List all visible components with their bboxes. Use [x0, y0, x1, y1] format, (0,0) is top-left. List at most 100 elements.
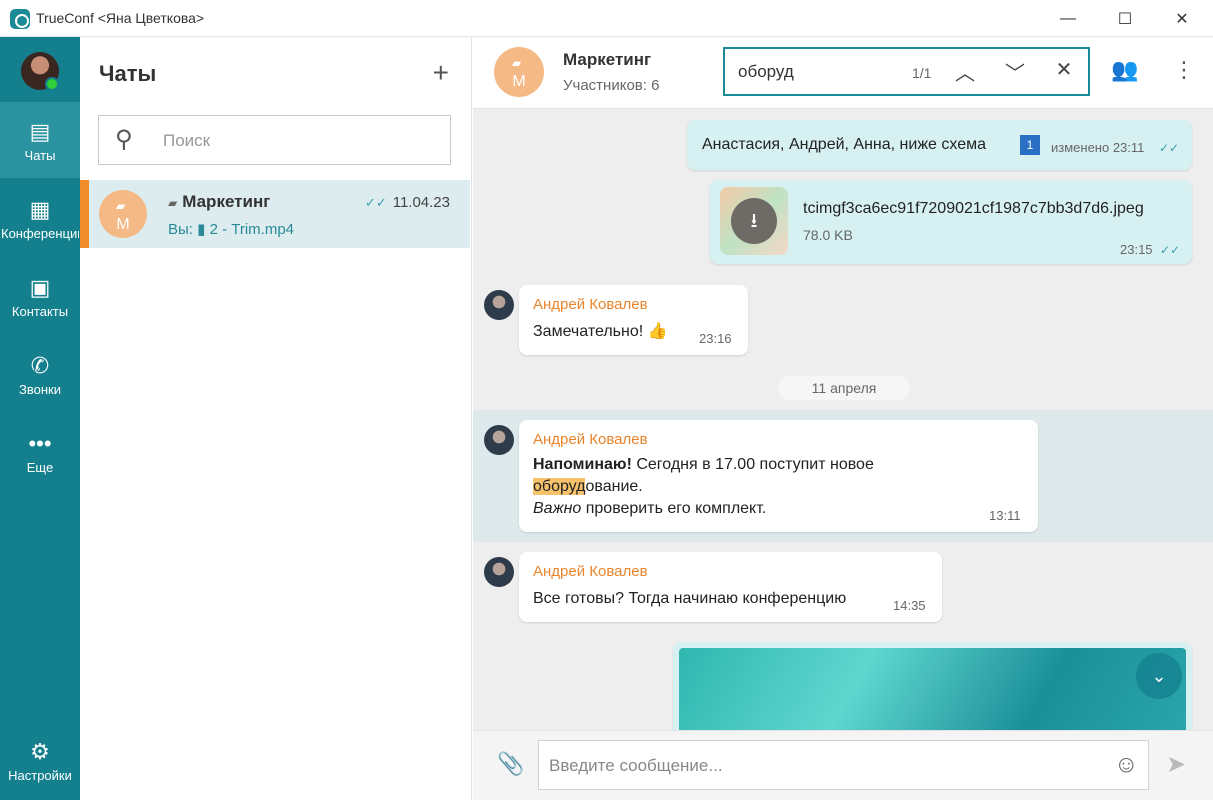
scroll-to-bottom-button[interactable]: ⌄	[1136, 653, 1182, 699]
message-image[interactable]	[673, 642, 1192, 730]
conversation-panel: ▰ М Маркетинг Участников: 6 оборуд 1/1 ︿…	[473, 37, 1213, 800]
search-result-count: 1/1	[912, 65, 932, 81]
nav-contacts-label: Контакты	[11, 303, 69, 319]
chat-last-prefix: Вы:	[168, 221, 193, 238]
message-list[interactable]: Анастасия, Андрей, Анна, ниже схема 1 из…	[473, 110, 1213, 730]
title-bar: TrueConf <Яна Цветкова> — ☐ ✕	[0, 0, 1213, 37]
nav-contacts[interactable]: ▣ Контакты	[0, 258, 80, 334]
image-preview[interactable]	[679, 648, 1186, 730]
edited-label: изменено 23:11	[1051, 140, 1145, 155]
message-time: 13:11	[989, 508, 1021, 523]
date-separator: 11 апреля	[778, 376, 910, 400]
nav-chats-label: Чаты	[24, 147, 56, 163]
nav-conferences[interactable]: ▦ Конференции	[0, 180, 80, 256]
nav-chats[interactable]: ▤ Чаты	[0, 102, 80, 178]
search-highlight: оборуд	[533, 478, 586, 495]
message-text: Анастасия, Андрей, Анна, ниже схема	[702, 136, 986, 153]
chat-date: ✓✓ 11.04.23	[365, 194, 450, 211]
sender-avatar[interactable]	[484, 290, 514, 320]
conference-icon: ▦	[29, 196, 51, 222]
chats-panel: Чаты + ⚲ ▰ М ▰ Маркетинг ✓✓ 11.04.23 Вы: ▮…	[80, 37, 472, 800]
file-size: 78.0 KB	[803, 227, 853, 243]
chat-list-item[interactable]: ▰ М ▰ Маркетинг ✓✓ 11.04.23 Вы: ▮ 2 - Trim…	[80, 180, 470, 248]
more-options-button[interactable]: ⋮	[1173, 57, 1195, 83]
message-incoming[interactable]: Андрей Ковалев Напоминаю! Сегодня в 17.0…	[519, 420, 1038, 532]
nav-rail: ▤ Чаты ▦ Конференции ▣ Контакты ✆ Звонки…	[0, 37, 80, 800]
minimize-button[interactable]: —	[1039, 0, 1097, 37]
nav-more[interactable]: ••• Еще	[0, 414, 80, 490]
gear-icon: ⚙	[30, 738, 50, 764]
send-icon[interactable]: ➤	[1166, 750, 1186, 779]
group-icon: ▰	[168, 196, 178, 210]
chat-avatar: ▰ М	[99, 190, 147, 238]
contacts-icon: ▣	[29, 274, 51, 300]
close-button[interactable]: ✕	[1153, 0, 1211, 37]
trueconf-logo-icon	[10, 9, 30, 29]
participants-button[interactable]: 👥	[1111, 57, 1138, 83]
message-time: 23:16	[699, 331, 732, 346]
message-italic: Важно	[533, 500, 582, 517]
emoji-icon[interactable]: ☺	[1114, 751, 1139, 779]
message-time: 23:15	[1120, 242, 1153, 257]
message-part: Сегодня в 17.00 поступит новое	[631, 456, 874, 473]
search-close-button[interactable]: ✕	[1049, 57, 1079, 82]
nav-more-label: Еще	[26, 459, 54, 475]
chat-icon: ▤	[29, 118, 51, 144]
message-text: Все готовы? Тогда начинаю конференцию	[533, 590, 847, 607]
search-next-button[interactable]: ﹀	[1000, 57, 1030, 86]
window-title: TrueConf <Яна Цветкова>	[36, 10, 205, 26]
sender-name[interactable]: Андрей Ковалев	[533, 296, 648, 313]
calls-icon: ✆	[30, 352, 50, 378]
sender-name[interactable]: Андрей Ковалев	[533, 431, 648, 448]
member-count: Участников: 6	[563, 77, 660, 94]
nav-conferences-label: Конференции	[1, 225, 79, 241]
search-prev-button[interactable]: ︿	[950, 57, 980, 86]
online-status-indicator	[45, 77, 59, 91]
nav-settings[interactable]: ⚙ Настройки	[0, 722, 80, 798]
chat-search-box[interactable]: ⚲	[98, 115, 451, 165]
conversation-title: Маркетинг	[563, 50, 652, 69]
sender-name[interactable]: Андрей Ковалев	[533, 563, 648, 580]
chat-last-file: 2 - Trim.mp4	[209, 221, 295, 238]
number-one-emoji-icon: 1	[1020, 135, 1040, 155]
chat-name: ▰ Маркетинг	[168, 192, 270, 212]
file-name: tcimgf3ca6ec91f7209021cf1987c7bb3d7d6.jp…	[803, 200, 1144, 217]
conversation-header: ▰ М Маркетинг Участников: 6 оборуд 1/1 ︿…	[473, 37, 1213, 109]
message-part: ование.	[585, 478, 643, 495]
sender-avatar[interactable]	[484, 425, 514, 455]
message-input[interactable]	[549, 753, 1099, 779]
message-text: Замечательно! 👍	[533, 323, 668, 340]
read-checkmark-icon: ✓✓	[1160, 243, 1181, 257]
group-avatar-letter: М	[512, 73, 526, 90]
nav-settings-label: Настройки	[8, 767, 72, 783]
search-icon: ⚲	[115, 126, 133, 153]
message-search-query[interactable]: оборуд	[738, 62, 794, 82]
group-chat-icon: ▰	[512, 56, 522, 70]
maximize-button[interactable]: ☐	[1096, 0, 1154, 37]
file-icon: ▮	[197, 221, 206, 238]
message-search-bar[interactable]: оборуд 1/1 ︿ ﹀ ✕	[723, 47, 1090, 96]
message-incoming[interactable]: Андрей Ковалев Все готовы? Тогда начинаю…	[519, 552, 942, 622]
message-input-box[interactable]: ☺	[538, 740, 1149, 790]
message-text: Напоминаю! Сегодня в 17.00 поступит ново…	[533, 454, 933, 520]
message-bold: Напоминаю!	[533, 456, 632, 473]
message-incoming[interactable]: Андрей Ковалев Замечательно! 👍 23:16	[519, 285, 748, 355]
nav-calls-label: Звонки	[19, 381, 61, 397]
active-chat-indicator	[80, 180, 89, 248]
read-checkmark-icon: ✓✓	[364, 195, 387, 210]
chat-avatar-letter: М	[116, 216, 130, 233]
chats-heading: Чаты	[99, 61, 157, 86]
new-chat-button[interactable]: +	[433, 57, 449, 89]
download-icon[interactable]: ⭳	[731, 198, 777, 244]
group-chat-icon: ▰	[116, 199, 126, 213]
sender-avatar[interactable]	[484, 557, 514, 587]
group-avatar[interactable]: ▰ М	[494, 47, 544, 97]
attach-icon[interactable]: 📎	[497, 751, 524, 777]
nav-calls[interactable]: ✆ Звонки	[0, 336, 80, 412]
message-file-attachment[interactable]: ⭳ tcimgf3ca6ec91f7209021cf1987c7bb3d7d6.…	[710, 180, 1192, 264]
message-composer: 📎 ☺ ➤	[473, 730, 1213, 800]
message-outgoing[interactable]: Анастасия, Андрей, Анна, ниже схема 1 из…	[687, 120, 1192, 170]
chat-last-message: Вы: ▮ 2 - Trim.mp4	[168, 220, 294, 238]
chat-search-input[interactable]	[163, 128, 433, 154]
message-time: 14:35	[893, 598, 926, 613]
